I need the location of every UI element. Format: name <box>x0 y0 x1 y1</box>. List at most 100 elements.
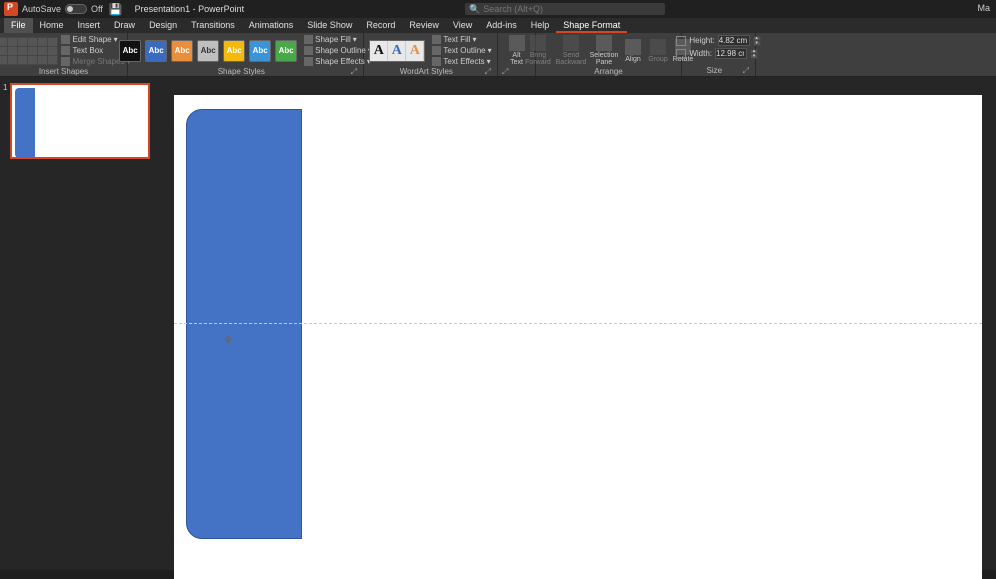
bring-forward-button[interactable]: Bring Forward <box>523 35 553 66</box>
text-fill-icon <box>432 35 441 44</box>
shape-outline-label: Shape Outline <box>315 46 366 55</box>
text-box-label: Text Box <box>72 46 103 55</box>
tab-file[interactable]: File <box>4 18 33 33</box>
style-swatch-3[interactable]: Abc <box>171 40 193 62</box>
group-label-shape-styles: Shape Styles <box>218 67 265 76</box>
tab-addins[interactable]: Add-ins <box>479 18 524 33</box>
slide-stage[interactable]: ✥ <box>156 77 996 570</box>
height-icon <box>676 36 686 46</box>
ribbon-tabs: File Home Insert Draw Design Transitions… <box>0 18 996 33</box>
tab-shape-format[interactable]: Shape Format <box>556 18 627 33</box>
tab-slideshow[interactable]: Slide Show <box>300 18 359 33</box>
thumbnail-1-wrap[interactable]: 1 <box>6 83 150 159</box>
text-box-icon <box>61 46 70 55</box>
group-button[interactable]: Group <box>647 39 669 63</box>
group-arrange: Bring Forward Send Backward Selection Pa… <box>536 33 682 76</box>
tab-design[interactable]: Design <box>142 18 184 33</box>
group-label-arrange: Arrange <box>540 66 677 77</box>
group-shape-styles: Abc Abc Abc Abc Abc Abc Abc Shape Fill ▾… <box>128 33 364 76</box>
style-swatch-6[interactable]: Abc <box>249 40 271 62</box>
thumbnail-1-number: 1 <box>3 83 7 92</box>
text-outline-button[interactable]: Text Outline ▾ <box>432 46 491 55</box>
save-icon[interactable]: 💾 <box>109 3 123 16</box>
shape-style-gallery[interactable]: Abc Abc Abc Abc Abc Abc Abc <box>119 40 297 62</box>
style-swatch-5[interactable]: Abc <box>223 40 245 62</box>
shape-effects-button[interactable]: Shape Effects ▾ <box>304 57 372 66</box>
style-swatch-2[interactable]: Abc <box>145 40 167 62</box>
group-label-wordart: WordArt Styles <box>400 67 453 76</box>
wordart-swatch-2[interactable]: A <box>388 41 406 61</box>
wordart-swatch-1[interactable]: A <box>370 41 388 61</box>
text-cursor-icon: ✥ <box>224 335 232 346</box>
size-dialog-launcher[interactable]: ⤢ <box>743 65 749 76</box>
tab-transitions[interactable]: Transitions <box>184 18 242 33</box>
tab-home[interactable]: Home <box>33 18 71 33</box>
slide-canvas[interactable]: ✥ <box>174 95 982 579</box>
text-outline-icon <box>432 46 441 55</box>
search-icon: 🔍 <box>469 4 480 15</box>
text-fill-label: Text Fill <box>443 35 470 44</box>
align-button[interactable]: Align <box>622 39 644 63</box>
width-label: Width: <box>689 49 712 58</box>
wordart-swatch-3[interactable]: A <box>406 41 424 61</box>
align-icon <box>625 39 641 55</box>
shape-effects-label: Shape Effects <box>315 57 365 66</box>
text-effects-icon <box>432 57 441 66</box>
alt-text-label: Alt Text <box>510 52 523 66</box>
tab-view[interactable]: View <box>446 18 479 33</box>
user-name[interactable]: Ma <box>977 3 990 13</box>
bring-forward-label: Bring Forward <box>525 52 551 66</box>
tab-animations[interactable]: Animations <box>242 18 301 33</box>
autosave-toggle[interactable]: AutoSave Off <box>22 4 103 14</box>
search-input[interactable] <box>483 4 661 14</box>
tab-review[interactable]: Review <box>402 18 446 33</box>
tab-help[interactable]: Help <box>524 18 557 33</box>
shape-fill-button[interactable]: Shape Fill ▾ <box>304 35 372 44</box>
shapes-gallery[interactable] <box>0 37 58 65</box>
selection-pane-button[interactable]: Selection Pane <box>589 35 619 66</box>
group-label-size: Size <box>707 66 723 75</box>
style-swatch-4[interactable]: Abc <box>197 40 219 62</box>
style-swatch-1[interactable]: Abc <box>119 40 141 62</box>
shape-styles-dialog-launcher[interactable]: ⤢ <box>351 66 357 77</box>
merge-shapes-icon <box>61 57 70 66</box>
horizontal-guide <box>174 323 982 324</box>
autosave-label: AutoSave <box>22 4 61 14</box>
selection-pane-label: Selection Pane <box>590 52 619 66</box>
align-label: Align <box>625 56 641 63</box>
tab-draw[interactable]: Draw <box>107 18 142 33</box>
height-spinner[interactable]: ▴▾ <box>753 36 761 46</box>
thumbnail-1-shape <box>15 88 35 158</box>
wordart-gallery[interactable]: A A A <box>369 40 425 62</box>
search-box[interactable]: 🔍 <box>465 3 665 15</box>
app-icon <box>4 2 18 16</box>
toggle-icon[interactable] <box>65 4 87 14</box>
shape-outline-icon <box>304 46 313 55</box>
text-effects-button[interactable]: Text Effects ▾ <box>432 57 491 66</box>
rounded-rectangle-shape[interactable] <box>186 109 302 539</box>
wordart-dialog-launcher[interactable]: ⤢ <box>485 66 491 77</box>
document-title: Presentation1 - PowerPoint <box>135 4 245 14</box>
shape-fill-label: Shape Fill <box>315 35 351 44</box>
width-icon <box>676 49 686 59</box>
edit-shape-icon <box>61 35 70 44</box>
group-insert-shapes: Edit Shape ▾ Text Box Merge Shapes ▾ Ins… <box>0 33 128 76</box>
send-backward-label: Send Backward <box>556 52 587 66</box>
work-area: 1 ✥ <box>0 77 996 570</box>
send-backward-button[interactable]: Send Backward <box>556 35 586 66</box>
tab-insert[interactable]: Insert <box>71 18 108 33</box>
text-fill-button[interactable]: Text Fill ▾ <box>432 35 491 44</box>
group-label-insert-shapes: Insert Shapes <box>4 66 123 77</box>
width-input[interactable] <box>715 48 747 59</box>
width-spinner[interactable]: ▴▾ <box>750 49 758 59</box>
thumbnail-1[interactable] <box>10 83 150 159</box>
style-swatch-7[interactable]: Abc <box>275 40 297 62</box>
slide-thumbnails-pane[interactable]: 1 <box>0 77 156 570</box>
ribbon: Edit Shape ▾ Text Box Merge Shapes ▾ Ins… <box>0 33 996 77</box>
accessibility-dialog-launcher[interactable]: ⤢ <box>502 66 508 77</box>
shape-outline-button[interactable]: Shape Outline ▾ <box>304 46 372 55</box>
group-obj-label: Group <box>648 56 667 63</box>
height-input[interactable] <box>718 35 750 46</box>
tab-record[interactable]: Record <box>359 18 402 33</box>
merge-shapes-label: Merge Shapes <box>72 57 124 66</box>
